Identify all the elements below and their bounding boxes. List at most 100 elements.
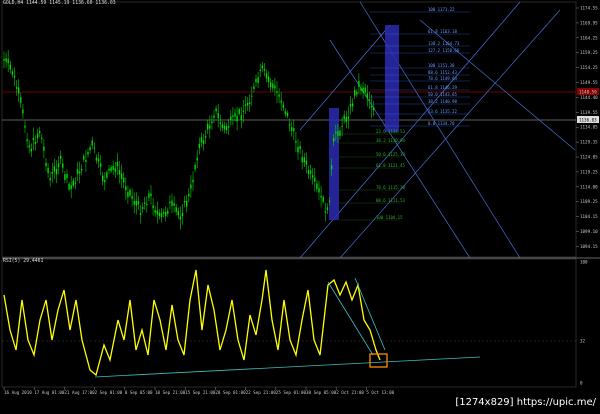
candlesticks[interactable] xyxy=(3,50,375,230)
candle xyxy=(51,171,53,174)
candle xyxy=(118,170,121,175)
candle xyxy=(34,141,37,144)
candle xyxy=(125,186,127,191)
candle xyxy=(43,146,45,151)
fib-label: 38.2 1140.98 xyxy=(428,99,457,104)
price-tick-label: 1134.05 xyxy=(580,125,598,130)
rsi-line[interactable] xyxy=(3,269,381,377)
candle xyxy=(41,137,43,140)
candle xyxy=(261,65,263,69)
fib-label: 61.8 1146.29 xyxy=(428,85,457,90)
current-price-label: 1136.03 xyxy=(579,118,597,123)
candle xyxy=(267,76,270,83)
candle xyxy=(173,203,175,206)
red-price-label: 1148.59 xyxy=(579,90,597,95)
candle xyxy=(156,210,158,215)
candle xyxy=(162,212,165,214)
candle xyxy=(326,207,329,210)
candle xyxy=(219,122,221,124)
candle xyxy=(337,131,339,136)
candle xyxy=(150,193,152,197)
fib-label: 100 1151.38 xyxy=(428,63,455,68)
candle xyxy=(45,162,47,167)
candle xyxy=(123,177,125,183)
candle xyxy=(255,78,257,83)
candle xyxy=(110,167,112,172)
fib-lower-levels[interactable]: 23.6 1134.53 38.2 1130.94 50.0 1125.39 61.8… xyxy=(339,129,405,220)
candle xyxy=(251,95,253,97)
candle xyxy=(78,171,81,174)
price-chart[interactable]: 100 1171.22 61.8 1163.18 138.2 1164.73 127.… xyxy=(0,0,600,410)
candle xyxy=(301,156,303,163)
candle xyxy=(135,200,137,206)
price-tick-label: 1169.95 xyxy=(580,20,598,25)
rsi-trendline[interactable] xyxy=(94,356,481,378)
candle xyxy=(228,126,230,128)
candle xyxy=(11,71,14,75)
time-tick-label: 8 Sep 05:00 xyxy=(125,390,153,395)
candle xyxy=(171,200,173,206)
candle xyxy=(274,85,276,89)
candle xyxy=(26,139,28,142)
candle xyxy=(328,200,331,202)
price-tick-label: 1159.25 xyxy=(580,50,598,55)
candle xyxy=(3,59,5,61)
candle xyxy=(28,145,30,148)
price-tick-label: 1154.25 xyxy=(580,65,598,70)
fib-label: 38.2 1130.94 xyxy=(376,138,405,143)
candle xyxy=(89,147,91,151)
candle xyxy=(211,121,213,123)
watermark: [1274x829] https://upic.me/ xyxy=(455,397,596,408)
candle xyxy=(148,193,150,198)
fib-label: 23.6 1135.22 xyxy=(428,109,457,114)
time-tick-label: 2 Sep 01:00 xyxy=(95,390,123,395)
fib-zone-upper[interactable] xyxy=(385,25,399,132)
candle xyxy=(83,156,85,160)
candle xyxy=(272,83,274,89)
candle xyxy=(249,102,251,104)
candle xyxy=(192,179,194,183)
candle xyxy=(282,104,284,108)
fib-label: 0.0 1134.70 xyxy=(428,121,455,126)
candle xyxy=(18,87,20,94)
candle xyxy=(133,201,135,205)
candle xyxy=(85,160,87,162)
chart-window[interactable]: 100 1171.22 61.8 1163.18 138.2 1164.73 127.… xyxy=(0,0,600,410)
candle xyxy=(70,185,72,190)
candle xyxy=(354,90,356,96)
time-tick-label: 20 Sep 01:00 xyxy=(215,390,246,395)
candle xyxy=(146,203,148,205)
candle xyxy=(64,174,66,180)
candle xyxy=(74,182,77,184)
candle xyxy=(356,91,358,95)
candle xyxy=(66,174,68,179)
candle xyxy=(286,112,289,116)
time-tick-label: 22 Sep 21:00 xyxy=(246,390,277,395)
candle xyxy=(91,140,93,146)
candle xyxy=(330,165,333,170)
rsi-tick-label: 100 xyxy=(580,260,588,265)
candle xyxy=(295,141,297,143)
candle xyxy=(280,100,282,103)
candle xyxy=(99,163,102,167)
candle xyxy=(188,193,190,197)
candle xyxy=(186,200,188,207)
candle xyxy=(129,189,131,196)
candle xyxy=(358,80,360,87)
candle xyxy=(194,164,196,170)
candle xyxy=(165,211,167,216)
candle xyxy=(95,157,98,161)
rsi-trendline-down2[interactable] xyxy=(354,277,386,351)
candle xyxy=(36,133,39,139)
candle xyxy=(288,124,291,126)
candle xyxy=(322,196,324,202)
price-tick-label: 1124.05 xyxy=(580,155,598,160)
candle xyxy=(259,69,261,72)
candle xyxy=(196,157,198,161)
rsi-trendline-down[interactable] xyxy=(327,281,374,356)
fib-label: 50.0 1125.39 xyxy=(376,152,405,157)
candle xyxy=(366,93,368,99)
fib-zone-lower[interactable] xyxy=(329,108,339,220)
candle xyxy=(232,115,234,117)
main-panel-frame xyxy=(1,1,577,258)
